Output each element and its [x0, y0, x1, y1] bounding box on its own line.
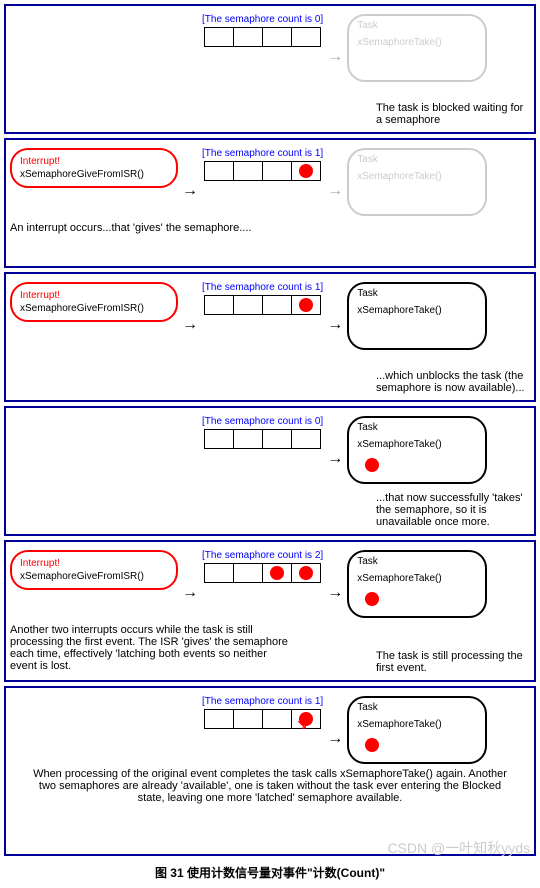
isr-box: Interrupt! xSemaphoreGiveFromISR(): [10, 550, 178, 590]
semaphore-queue: [The semaphore count is 1]: [202, 148, 323, 181]
task-title: Task: [357, 556, 477, 567]
arrow-give: →: [182, 584, 198, 602]
queue-cell: [263, 162, 292, 180]
task-fn: xSemaphoreTake(): [357, 171, 477, 182]
task-box: Task xSemaphoreTake(): [347, 550, 487, 618]
arrow-give: →: [182, 316, 198, 334]
isr-box: Interrupt! xSemaphoreGiveFromISR(): [10, 282, 178, 322]
panel-6: Interrupt!xSemaphoreGiveFromISR()→[The s…: [4, 686, 536, 856]
panel-3: Interrupt! xSemaphoreGiveFromISR() → [The s…: [4, 272, 536, 402]
panel-1: Interrupt!xSemaphoreGiveFromISR()→[The s…: [4, 4, 536, 134]
queue-cell: [292, 430, 320, 448]
task-title: Task: [357, 702, 477, 713]
isr-fn: xSemaphoreGiveFromISR(): [20, 169, 168, 180]
semaphore-queue: [The semaphore count is 1]: [202, 282, 323, 315]
token-icon: [299, 566, 313, 580]
task-fn: xSemaphoreTake(): [357, 305, 477, 316]
count-label: [The semaphore count is 0]: [202, 14, 323, 25]
queue-cell: [234, 710, 263, 728]
arrow-take: →: [327, 182, 343, 200]
queue-cell: [234, 564, 263, 582]
task-box: Task xSemaphoreTake(): [347, 416, 487, 484]
semaphore-queue: [The semaphore count is 2]: [202, 550, 323, 583]
panel-4: Interrupt!xSemaphoreGiveFromISR()→[The s…: [4, 406, 536, 536]
isr-title: Interrupt!: [20, 156, 168, 167]
task-fn: xSemaphoreTake(): [357, 719, 477, 730]
queue-cell: [234, 28, 263, 46]
count-label: [The semaphore count is 0]: [202, 416, 323, 427]
arrow-take: →: [327, 316, 343, 334]
panel-5: Interrupt! xSemaphoreGiveFromISR() → [The s…: [4, 540, 536, 682]
queue-cell: [234, 162, 263, 180]
isr-fn: xSemaphoreGiveFromISR(): [20, 571, 168, 582]
arrow-take: →: [327, 584, 343, 602]
isr-fn: xSemaphoreGiveFromISR(): [20, 303, 168, 314]
queue-cell: [292, 162, 320, 180]
late-take-arrow: ↘: [296, 716, 308, 733]
task-title: Task: [357, 154, 477, 165]
queue-cell: [205, 162, 234, 180]
token-icon: [299, 298, 313, 312]
count-label: [The semaphore count is 2]: [202, 550, 323, 561]
queue-cell: [263, 710, 292, 728]
count-label: [The semaphore count is 1]: [202, 148, 323, 159]
figure-caption: 图 31 使用计数信号量对事件"计数(Count)": [0, 860, 540, 885]
token-icon: [299, 164, 313, 178]
panel-caption-right: ...that now successfully 'takes' the sem…: [376, 492, 526, 528]
isr-title: Interrupt!: [20, 558, 168, 569]
queue-cell: [263, 430, 292, 448]
queue-cell: [292, 28, 320, 46]
arrow-give: →: [182, 182, 198, 200]
queue-cell: [263, 564, 292, 582]
panel-caption-center: When processing of the original event co…: [30, 768, 510, 804]
task-title: Task: [357, 422, 477, 433]
panel-caption-right: The task is still processing the first e…: [376, 650, 526, 674]
count-label: [The semaphore count is 1]: [202, 282, 323, 293]
task-box: Task xSemaphoreTake(): [347, 14, 487, 82]
isr-title: Interrupt!: [20, 290, 168, 301]
queue-cell: [205, 710, 234, 728]
queue-cell: [205, 564, 234, 582]
queue-cell: [205, 296, 234, 314]
arrow-take: →: [327, 730, 343, 748]
queue-cell: [263, 28, 292, 46]
task-box: Task xSemaphoreTake(): [347, 282, 487, 350]
isr-box: Interrupt! xSemaphoreGiveFromISR(): [10, 148, 178, 188]
arrow-take: →: [327, 48, 343, 66]
panel-2: Interrupt! xSemaphoreGiveFromISR() → [The s…: [4, 138, 536, 268]
token-icon: [365, 592, 379, 606]
queue-cell: [205, 430, 234, 448]
panel-caption-left: An interrupt occurs...that 'gives' the s…: [10, 222, 290, 234]
token-icon: [365, 738, 379, 752]
task-fn: xSemaphoreTake(): [357, 439, 477, 450]
semaphore-queue: [The semaphore count is 0]: [202, 14, 323, 47]
queue-cell: [292, 564, 320, 582]
panel-caption-left: Another two interrupts occurs while the …: [10, 624, 290, 672]
panel-caption-right: The task is blocked waiting for a semaph…: [376, 102, 526, 126]
count-label: [The semaphore count is 1]: [202, 696, 323, 707]
arrow-take: →: [327, 450, 343, 468]
token-icon: [270, 566, 284, 580]
task-box: Task xSemaphoreTake(): [347, 148, 487, 216]
task-title: Task: [357, 288, 477, 299]
task-fn: xSemaphoreTake(): [357, 37, 477, 48]
task-title: Task: [357, 20, 477, 31]
queue-cell: [234, 430, 263, 448]
panel-caption-right: ...which unblocks the task (the semaphor…: [376, 370, 526, 394]
queue-cell: [234, 296, 263, 314]
queue-cell: [292, 296, 320, 314]
token-icon: [365, 458, 379, 472]
task-fn: xSemaphoreTake(): [357, 573, 477, 584]
queue-cell: [205, 28, 234, 46]
task-box: Task xSemaphoreTake(): [347, 696, 487, 764]
queue-cell: [263, 296, 292, 314]
watermark: CSDN @一叶知秋yyds: [387, 838, 530, 858]
semaphore-queue: [The semaphore count is 0]: [202, 416, 323, 449]
